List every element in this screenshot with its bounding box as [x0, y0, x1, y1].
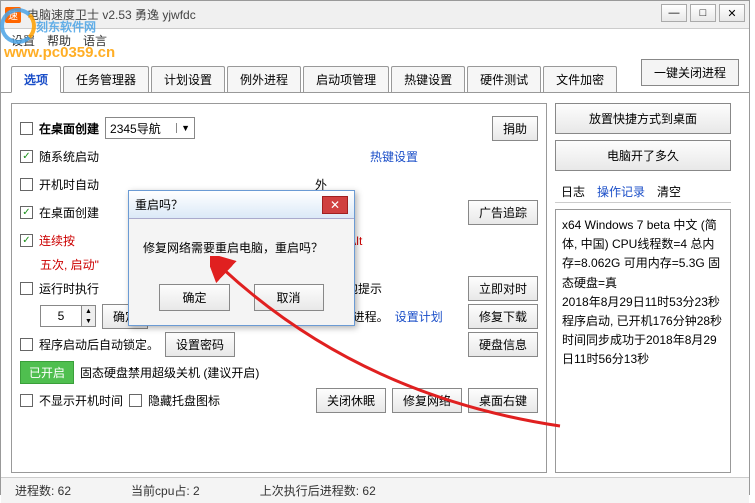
menubar: 设置 帮助 语言 [1, 29, 749, 51]
label-desktop2: 在桌面创建 [39, 204, 99, 221]
app-icon: 速 [5, 7, 21, 23]
set-password-button[interactable]: 设置密码 [165, 332, 235, 357]
fix-download-button[interactable]: 修复下载 [468, 304, 538, 329]
restart-dialog: 重启吗？ ✕ 修复网络需要重启电脑，重启吗？ 确定 取消 [128, 190, 355, 326]
donate-button[interactable]: 捐助 [492, 116, 538, 141]
desktop-rclick-button[interactable]: 桌面右键 [468, 388, 538, 413]
chk-desktop2[interactable] [20, 206, 33, 219]
maximize-button[interactable]: □ [690, 4, 716, 22]
tab-startup[interactable]: 启动项管理 [303, 66, 389, 92]
dialog-ok-button[interactable]: 确定 [159, 284, 229, 311]
tab-except[interactable]: 例外进程 [227, 66, 301, 92]
dialog-title: 重启吗？ [135, 196, 183, 213]
status-last: 上次执行后进程数: 62 [260, 482, 376, 499]
dialog-cancel-button[interactable]: 取消 [254, 284, 324, 311]
chk-boot-auto[interactable] [20, 178, 33, 191]
oplog-tab[interactable]: 操作记录 [597, 183, 645, 200]
shortcut-desktop-button[interactable]: 放置快捷方式到桌面 [555, 103, 731, 134]
chk-autostart[interactable] [20, 150, 33, 163]
minimize-button[interactable]: — [661, 4, 687, 22]
log-tab[interactable]: 日志 [561, 183, 585, 200]
enabled-tag: 已开启 [20, 361, 74, 384]
label-hide-tray: 隐藏托盘图标 [148, 392, 220, 409]
menu-settings[interactable]: 设置 [11, 32, 35, 49]
label-consecutive: 连续按 [39, 232, 75, 249]
tab-plan[interactable]: 计划设置 [151, 66, 225, 92]
log-line: 时间同步成功于2018年8月29日11时56分13秒 [562, 331, 724, 369]
tab-hw[interactable]: 硬件测试 [467, 66, 541, 92]
log-box: x64 Windows 7 beta 中文 (简体, 中国) CPU线程数=4 … [555, 209, 731, 473]
label-autostart: 随系统启动 [39, 148, 99, 165]
close-all-processes-button[interactable]: 一键关闭进程 [641, 59, 739, 86]
tab-encrypt[interactable]: 文件加密 [543, 66, 617, 92]
log-line: 2018年8月29日11时53分23秒 程序启动, 已开机176分钟28秒 [562, 293, 724, 331]
status-proc: 进程数: 62 [15, 482, 71, 499]
combo-nav[interactable]: 2345导航▼ [105, 117, 195, 139]
dialog-body: 修复网络需要重启电脑，重启吗？ [129, 219, 354, 276]
sync-time-button[interactable]: 立即对时 [468, 276, 538, 301]
chk-hide-tray[interactable] [129, 394, 142, 407]
menu-help[interactable]: 帮助 [47, 32, 71, 49]
label-hide-boot-time: 不显示开机时间 [39, 392, 123, 409]
status-cpu: 当前cpu占: 2 [131, 482, 200, 499]
window-title: 电脑速度卫士 v2.53 勇逸 yjwfdc [27, 6, 196, 23]
tab-taskmgr[interactable]: 任务管理器 [63, 66, 149, 92]
menu-language[interactable]: 语言 [83, 32, 107, 49]
titlebar: 速 电脑速度卫士 v2.53 勇逸 yjwfdc — □ ✕ [1, 1, 749, 29]
ad-track-button[interactable]: 广告追踪 [468, 200, 538, 225]
chk-consecutive[interactable] [20, 234, 33, 247]
label-run-exec: 运行时执行 [39, 280, 99, 297]
log-line: x64 Windows 7 beta 中文 (简体, 中国) CPU线程数=4 … [562, 216, 724, 293]
chk-run-exec[interactable] [20, 282, 33, 295]
statusbar: 进程数: 62 当前cpu占: 2 上次执行后进程数: 62 [1, 477, 749, 503]
tab-hotkey[interactable]: 热键设置 [391, 66, 465, 92]
disk-info-button[interactable]: 硬盘信息 [468, 332, 538, 357]
fix-network-button[interactable]: 修复网络 [392, 388, 462, 413]
tab-options[interactable]: 选项 [11, 66, 61, 93]
label-ssd: 固态硬盘禁用超级关机 (建议开启) [80, 364, 259, 381]
set-plan-link[interactable]: 设置计划 [395, 308, 443, 325]
dialog-close-button[interactable]: ✕ [322, 196, 348, 214]
interval-spin[interactable]: ▲▼ [40, 305, 96, 327]
close-button[interactable]: ✕ [719, 4, 745, 22]
label-boot-auto: 开机时自动 [39, 176, 99, 193]
chk-desktop-create[interactable] [20, 122, 33, 135]
label-lock: 程序启动后自动锁定。 [39, 336, 159, 353]
label-desktop-create: 在桌面创建 [39, 120, 99, 137]
chk-hide-boot-time[interactable] [20, 394, 33, 407]
tabs-row: 选项 任务管理器 计划设置 例外进程 启动项管理 热键设置 硬件测试 文件加密 … [1, 51, 749, 93]
clear-log-button[interactable]: 清空 [657, 183, 681, 200]
chk-lock[interactable] [20, 338, 33, 351]
uptime-button[interactable]: 电脑开了多久 [555, 140, 731, 171]
disable-hibernate-button[interactable]: 关闭休眠 [316, 388, 386, 413]
label-five-times: 五次, 启动" [40, 256, 99, 273]
hotkey-link[interactable]: 热键设置 [370, 148, 418, 165]
